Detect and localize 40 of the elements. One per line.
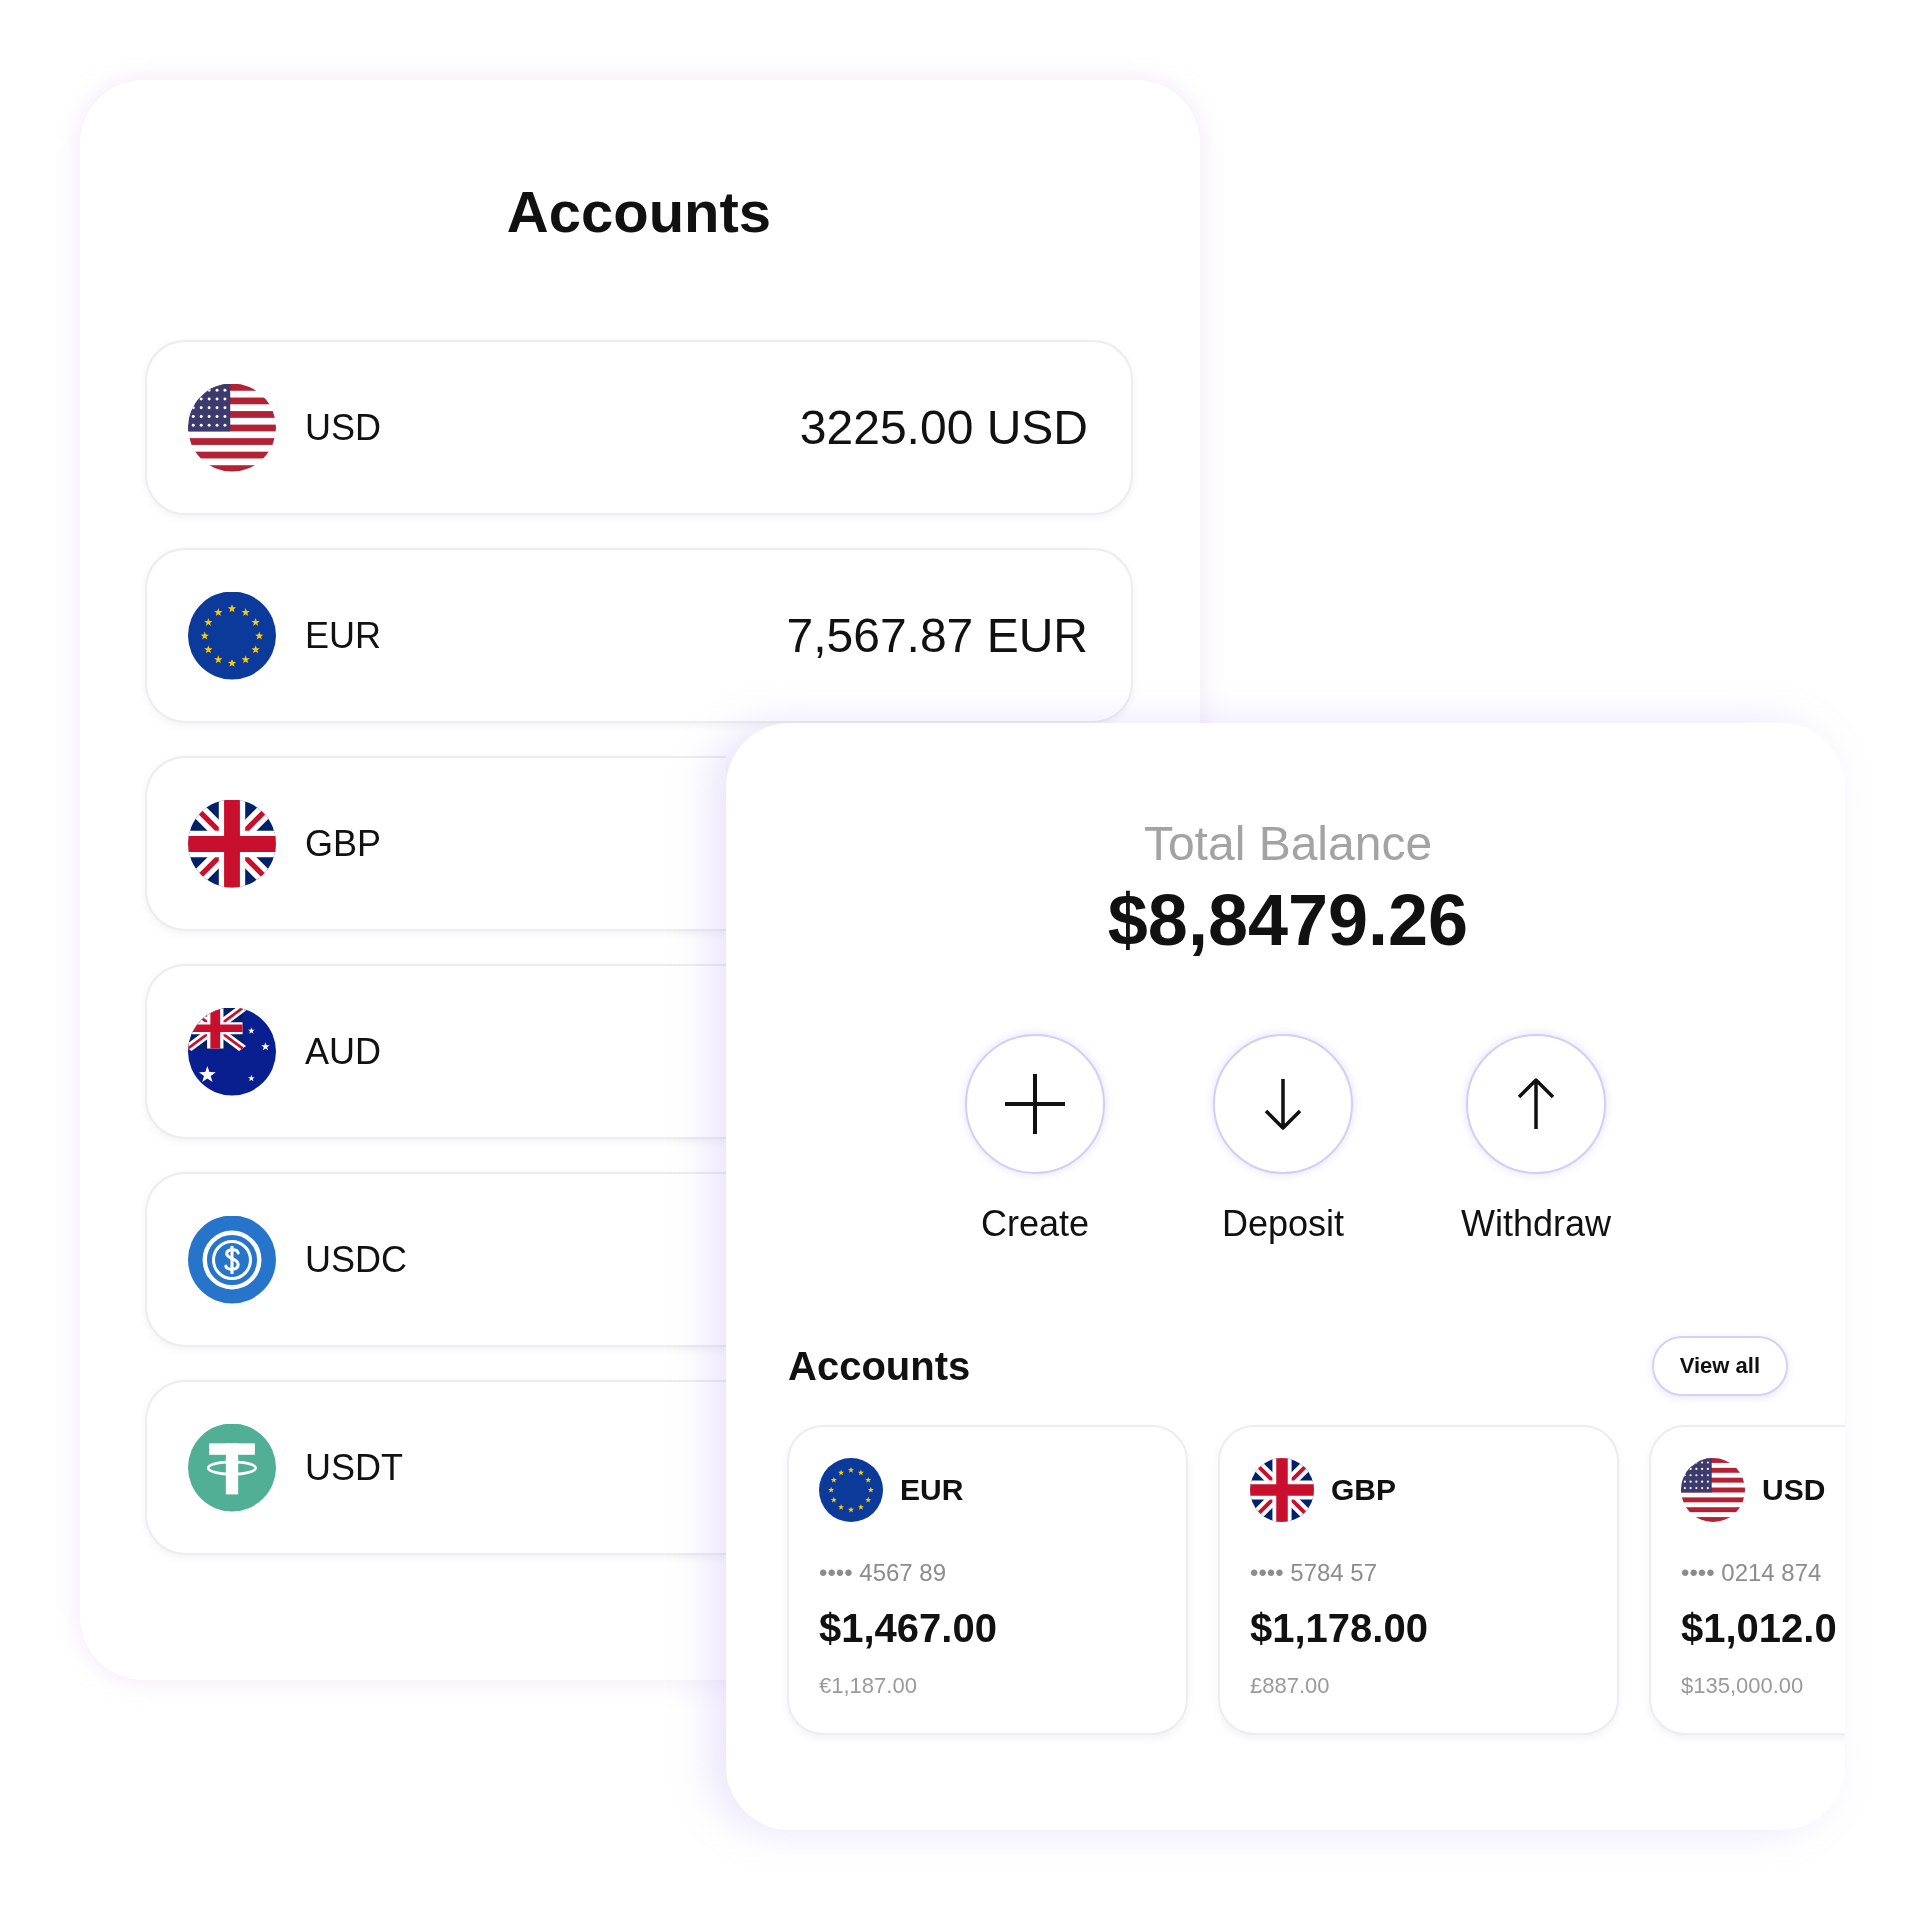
account-card[interactable]: USD •••• 0214 874 $1,012.0 $135,000.00 xyxy=(1649,1425,1845,1735)
account-amount: 7,567.87 EUR xyxy=(786,607,1088,664)
account-balance: $1,178.00 xyxy=(1250,1605,1428,1652)
currency-code: GBP xyxy=(1331,1472,1396,1508)
plus-icon xyxy=(1005,1074,1065,1134)
account-balance: $1,012.0 xyxy=(1681,1605,1837,1652)
action-label: Create xyxy=(980,1202,1089,1246)
action-label: Withdraw xyxy=(1461,1202,1611,1246)
section-heading: Accounts xyxy=(788,1343,971,1390)
account-card[interactable]: EUR •••• 4567 89 $1,467.00 €1,187.00 xyxy=(787,1425,1188,1735)
account-number: •••• 5784 57 xyxy=(1250,1558,1378,1588)
panel-title: Accounts xyxy=(506,178,772,246)
account-amount: 3225.00 USD xyxy=(799,399,1088,456)
us-flag-icon xyxy=(188,383,276,472)
converted-amount: £887.00 xyxy=(1250,1672,1330,1700)
account-card[interactable]: GBP •••• 5784 57 $1,178.00 £887.00 xyxy=(1218,1425,1619,1735)
currency-code: EUR xyxy=(900,1472,964,1508)
account-number: •••• 0214 874 xyxy=(1681,1558,1822,1588)
currency-code: USD xyxy=(305,405,381,450)
view-all-button[interactable]: View all xyxy=(1651,1336,1788,1396)
total-balance: $8,8479.26 xyxy=(1107,879,1469,962)
currency-code: AUD xyxy=(305,1029,381,1074)
action-label: Deposit xyxy=(1221,1202,1344,1246)
account-row[interactable]: EUR 7,567.87 EUR xyxy=(145,548,1133,723)
account-row[interactable]: USDC xyxy=(145,1172,726,1347)
converted-amount: €1,187.00 xyxy=(819,1672,917,1700)
currency-code: EUR xyxy=(305,613,381,658)
currency-code: USDT xyxy=(305,1445,403,1490)
balance-label: Total Balance xyxy=(1143,816,1433,872)
account-number: •••• 4567 89 xyxy=(819,1558,947,1588)
account-balance: $1,467.00 xyxy=(819,1605,997,1652)
account-row[interactable]: GBP xyxy=(145,756,726,931)
currency-code: USDC xyxy=(305,1237,407,1282)
account-row[interactable]: USDT xyxy=(145,1380,726,1555)
account-row[interactable]: AUD xyxy=(145,964,726,1139)
us-flag-icon xyxy=(1681,1458,1745,1522)
currency-code: USD xyxy=(1762,1472,1826,1508)
converted-amount: $135,000.00 xyxy=(1681,1672,1804,1700)
account-row[interactable]: USD 3225.00 USD xyxy=(145,340,1133,515)
currency-code: GBP xyxy=(305,821,382,866)
